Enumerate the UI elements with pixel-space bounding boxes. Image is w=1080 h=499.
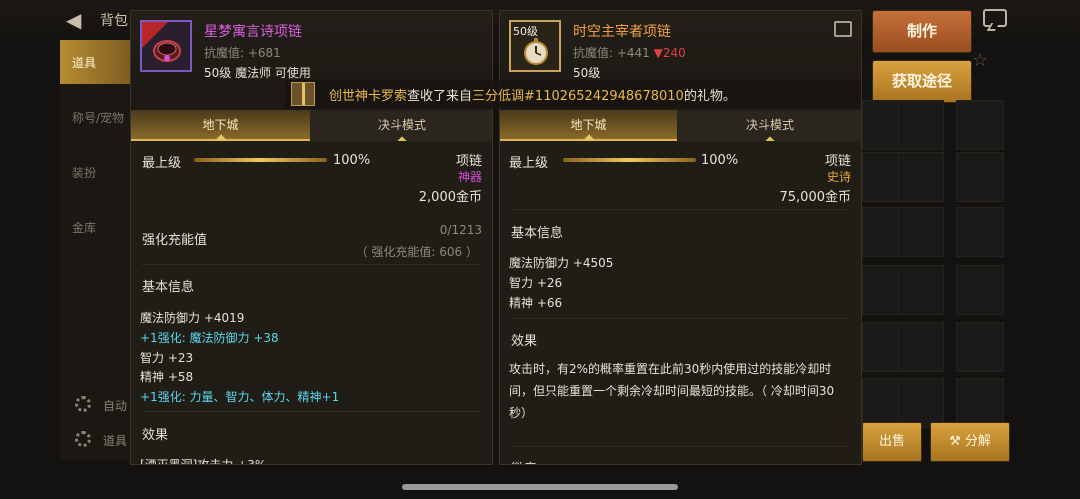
effect-heading: 效果: [511, 334, 538, 349]
inventory-slot[interactable]: [898, 378, 944, 428]
grade-bar: [563, 158, 696, 162]
item-rarity: 神器: [457, 170, 482, 184]
badge-heading: 徽章: [511, 458, 537, 464]
auto-gear-icon: [75, 396, 91, 412]
broadcast-sender: 三分低调#1102652429486780​10: [472, 89, 684, 104]
broadcast-text: 创世神卡罗索查收了来自三分低调#1102652429486780​10的礼物。: [329, 89, 736, 104]
tab-costume[interactable]: 装扮: [60, 150, 135, 194]
necklace-icon: [153, 40, 181, 62]
inventory-slot[interactable]: [956, 265, 1004, 315]
stat-line: +1强化: 力量、智力、体力、精神+1: [140, 390, 340, 404]
chat-icon[interactable]: [983, 9, 1007, 27]
effect-line: [湮灭黑洞]攻击力 +3%: [140, 458, 267, 465]
pocket-watch-icon: [524, 38, 548, 65]
resist-stat: 抗魔值: +681: [204, 46, 281, 60]
grade-percent: 100%: [701, 153, 739, 168]
inventory-slot[interactable]: [956, 378, 1004, 428]
tab-dungeon[interactable]: 地下城: [500, 110, 677, 146]
inventory-slot[interactable]: [956, 152, 1004, 202]
max-level-label: 最上级: [509, 156, 549, 171]
stat-line: 精神 +58: [140, 370, 194, 384]
tab-items[interactable]: 道具: [60, 40, 135, 84]
charge-label: 强化充能值: [142, 233, 208, 248]
tab-vault[interactable]: 金库: [60, 205, 135, 249]
tab-dungeon[interactable]: 地下城: [131, 110, 310, 146]
grade-bar: [194, 158, 327, 162]
item-details: 最上级 100% 项链 史诗 75,000金币 基本信息 魔法防御力 +4505…: [500, 141, 861, 464]
inventory-slot[interactable]: [898, 207, 944, 257]
item-rarity: 史诗: [826, 170, 851, 184]
tab-pvp[interactable]: 决斗模式: [677, 110, 861, 148]
inventory-slot[interactable]: [956, 322, 1004, 372]
stat-line: 智力 +26: [509, 276, 563, 290]
basic-info-heading: 基本信息: [511, 226, 564, 241]
item-requirement: 50级 魔法师 可使用: [204, 66, 311, 80]
item-icon: 50级: [509, 20, 561, 72]
item-slot: 项链: [824, 154, 851, 169]
bag-title: 背包: [100, 13, 128, 29]
effect-heading: 效果: [142, 428, 169, 443]
divider: [141, 411, 482, 412]
craft-button[interactable]: 制作: [872, 10, 972, 53]
stat-line: +1强化: 魔法防御力 +38: [140, 331, 279, 345]
gift-box-icon: [291, 82, 315, 106]
tab-title-pet[interactable]: 称号/宠物: [60, 95, 135, 139]
item-tooltip-left: 星梦寓言诗项链 抗魔值: +681 50级 魔法师 可使用 地下城 决斗模式 最…: [130, 10, 493, 465]
inventory-slot[interactable]: [898, 152, 944, 202]
effect-description: 攻击时，有2%的概率重置在此前30秒内使用过的技能冷却时间，但只能重置一个剩余冷…: [509, 362, 835, 420]
tab-pvp[interactable]: 决斗模式: [310, 110, 492, 148]
inventory-slot[interactable]: [898, 265, 944, 315]
item-name: 时空主宰者项链: [573, 24, 671, 40]
item-name: 星梦寓言诗项链: [204, 24, 302, 40]
inventory-slot[interactable]: [898, 322, 944, 372]
divider: [141, 264, 482, 265]
back-arrow-icon[interactable]: ◀: [66, 8, 81, 32]
item-icon: [140, 20, 192, 72]
decompose-button[interactable]: ⚒ 分解: [930, 422, 1010, 462]
grade-percent: 100%: [333, 153, 371, 168]
inventory-slot[interactable]: [956, 207, 1004, 257]
basic-info-heading: 基本信息: [142, 280, 195, 295]
item-price: 2,000金币: [418, 190, 482, 205]
obtain-source-button[interactable]: 获取途径: [872, 60, 972, 103]
favorite-star-icon[interactable]: ☆: [972, 50, 988, 71]
inventory-slot[interactable]: [956, 100, 1004, 150]
item-details: 最上级 100% 项链 神器 2,000金币 强化充能值 0/1213 （ 强化…: [131, 141, 492, 464]
charge-note: （ 强化充能值: 606 ）: [355, 245, 478, 259]
home-indicator[interactable]: [402, 484, 678, 490]
divider: [510, 318, 851, 319]
share-icon[interactable]: [834, 21, 852, 37]
inventory-slot[interactable]: [898, 100, 944, 150]
divider: [510, 446, 851, 447]
divider: [510, 209, 851, 210]
items-gear-icon: [75, 431, 91, 447]
resist-stat: 抗魔值: +441 ▼240: [573, 46, 686, 60]
mode-tabs: 地下城 决斗模式: [131, 110, 492, 148]
system-broadcast: 创世神卡罗索查收了来自三分低调#1102652429486780​10的礼物。: [285, 80, 861, 108]
sell-button[interactable]: 出售: [862, 422, 922, 462]
resist-diff: ▼240: [653, 46, 686, 60]
decompose-icon: ⚒: [949, 434, 965, 449]
item-tooltip-right: 50级 时空主宰者项链 抗魔值: +441 ▼240 50级 地下城 决斗模式 …: [499, 10, 862, 465]
mode-tabs: 地下城 决斗模式: [500, 110, 861, 148]
stat-line: 魔法防御力 +4505: [509, 256, 614, 270]
item-requirement: 50级: [573, 66, 601, 80]
broadcast-player: 创世神卡罗索: [329, 89, 408, 104]
stat-line: 魔法防御力 +4019: [140, 311, 245, 325]
charge-progress: 0/1213: [439, 223, 482, 237]
item-slot: 项链: [455, 154, 482, 169]
item-price: 75,000金币: [779, 190, 852, 205]
stat-line: 智力 +23: [140, 351, 194, 365]
max-level-label: 最上级: [142, 156, 182, 171]
stat-line: 精神 +66: [509, 296, 563, 310]
